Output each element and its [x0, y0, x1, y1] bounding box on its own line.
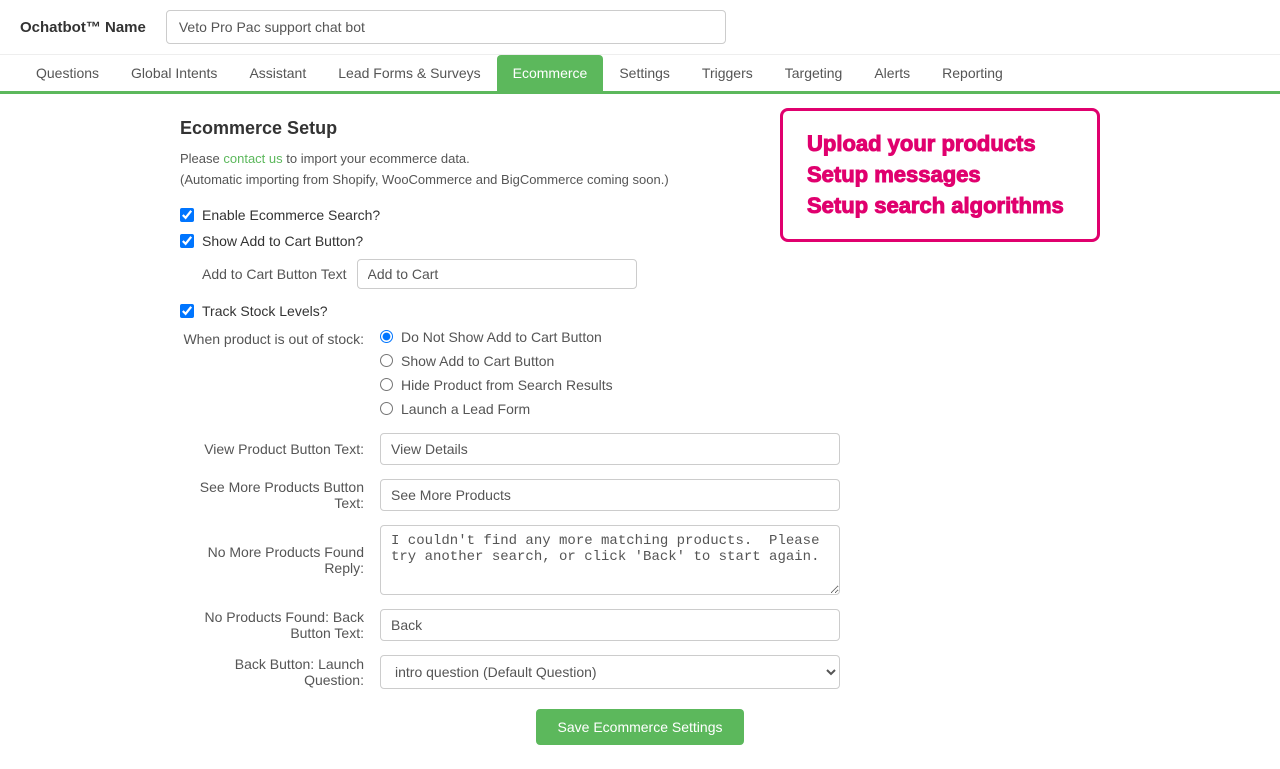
no-products-back-row: No Products Found: Back Button Text: [180, 609, 1100, 641]
radio-do-not-show: Do Not Show Add to Cart Button [380, 329, 613, 345]
show-add-to-cart-row: Show Add to Cart Button? [180, 233, 750, 249]
save-btn-row: Save Ecommerce Settings [180, 709, 1100, 745]
top-bar: Ochatbot™ Name [0, 0, 1280, 55]
radio-launch-lead: Launch a Lead Form [380, 401, 613, 417]
back-button-launch-row: Back Button: Launch Question: intro ques… [180, 655, 1100, 689]
no-more-products-label: No More Products Found Reply: [180, 544, 380, 576]
nav-lead-forms[interactable]: Lead Forms & Surveys [322, 55, 496, 94]
promo-line-1: Upload your products [807, 129, 1073, 160]
nav-assistant[interactable]: Assistant [233, 55, 322, 94]
back-button-launch-label: Back Button: Launch Question: [180, 656, 380, 688]
track-stock-checkbox[interactable] [180, 304, 194, 318]
nav-targeting[interactable]: Targeting [769, 55, 859, 94]
nav-global-intents[interactable]: Global Intents [115, 55, 233, 94]
out-of-stock-section: When product is out of stock: Do Not Sho… [180, 329, 1100, 417]
promo-line-2: Setup messages [807, 160, 1073, 191]
view-product-input[interactable] [380, 433, 840, 465]
enable-ecommerce-label[interactable]: Enable Ecommerce Search? [202, 207, 380, 223]
back-button-launch-select[interactable]: intro question (Default Question) [380, 655, 840, 689]
radio-show-add-label[interactable]: Show Add to Cart Button [401, 353, 554, 369]
save-ecommerce-button[interactable]: Save Ecommerce Settings [536, 709, 745, 745]
radio-do-not-show-input[interactable] [380, 330, 393, 343]
main-nav: Questions Global Intents Assistant Lead … [0, 55, 1280, 94]
add-to-cart-text-row: Add to Cart Button Text [202, 259, 1100, 289]
nav-questions[interactable]: Questions [20, 55, 115, 94]
show-add-to-cart-label[interactable]: Show Add to Cart Button? [202, 233, 363, 249]
show-add-to-cart-checkbox[interactable] [180, 234, 194, 248]
radio-launch-lead-input[interactable] [380, 402, 393, 415]
track-stock-row: Track Stock Levels? [180, 303, 1100, 319]
add-to-cart-text-label: Add to Cart Button Text [202, 266, 347, 282]
bot-name-input[interactable] [166, 10, 726, 44]
no-more-products-textarea[interactable]: I couldn't find any more matching produc… [380, 525, 840, 595]
no-more-products-row: No More Products Found Reply: I couldn't… [180, 525, 1100, 595]
radio-launch-lead-label[interactable]: Launch a Lead Form [401, 401, 530, 417]
out-of-stock-options: Do Not Show Add to Cart Button Show Add … [380, 329, 613, 417]
view-product-label: View Product Button Text: [180, 441, 380, 457]
nav-ecommerce[interactable]: Ecommerce [497, 55, 604, 94]
enable-ecommerce-row: Enable Ecommerce Search? [180, 207, 750, 223]
no-products-back-input[interactable] [380, 609, 840, 641]
nav-alerts[interactable]: Alerts [858, 55, 926, 94]
brand-name: Ochatbot™ Name [20, 19, 146, 36]
main-content: Upload your products Setup messages Setu… [0, 94, 1280, 769]
promo-line-3: Setup search algorithms [807, 191, 1073, 222]
nav-reporting[interactable]: Reporting [926, 55, 1019, 94]
radio-hide-product-label[interactable]: Hide Product from Search Results [401, 377, 613, 393]
view-product-row: View Product Button Text: [180, 433, 1100, 465]
no-products-back-label: No Products Found: Back Button Text: [180, 609, 380, 641]
add-to-cart-text-input[interactable] [357, 259, 637, 289]
promo-box: Upload your products Setup messages Setu… [780, 108, 1100, 242]
radio-show-add-input[interactable] [380, 354, 393, 367]
see-more-products-label: See More Products Button Text: [180, 479, 380, 511]
nav-settings[interactable]: Settings [603, 55, 686, 94]
see-more-products-row: See More Products Button Text: [180, 479, 1100, 511]
contact-us-link[interactable]: contact us [223, 151, 282, 166]
radio-do-not-show-label[interactable]: Do Not Show Add to Cart Button [401, 329, 602, 345]
radio-show-add: Show Add to Cart Button [380, 353, 613, 369]
out-of-stock-label: When product is out of stock: [180, 329, 380, 417]
nav-triggers[interactable]: Triggers [686, 55, 769, 94]
intro-line-2: (Automatic importing from Shopify, WooCo… [180, 172, 669, 187]
track-stock-label[interactable]: Track Stock Levels? [202, 303, 328, 319]
radio-hide-product: Hide Product from Search Results [380, 377, 613, 393]
see-more-products-input[interactable] [380, 479, 840, 511]
radio-hide-product-input[interactable] [380, 378, 393, 391]
enable-ecommerce-checkbox[interactable] [180, 208, 194, 222]
